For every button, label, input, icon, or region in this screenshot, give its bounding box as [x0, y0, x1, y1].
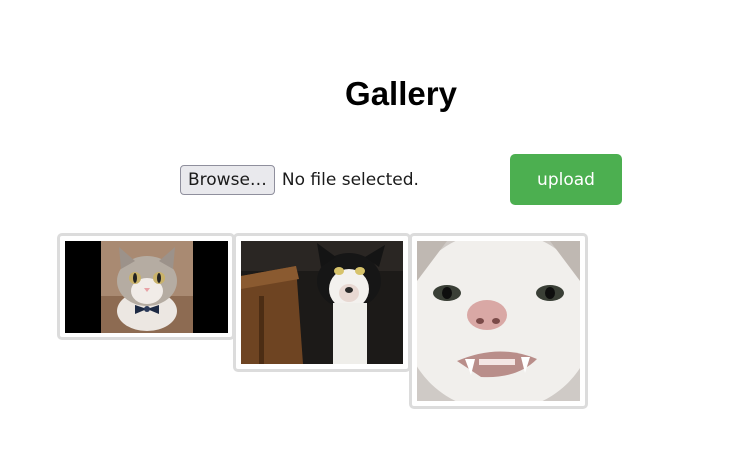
gallery-image-2[interactable] [233, 233, 411, 372]
page-title: Gallery [345, 75, 457, 112]
cat-bowtie-photo [65, 241, 228, 333]
gallery-image-3[interactable] [409, 233, 588, 409]
cat-looking-down-photo [241, 241, 403, 364]
gallery-image-1[interactable] [57, 233, 235, 340]
gallery-page: Gallery Browse… No file selected. upload [0, 0, 756, 462]
browse-button[interactable]: Browse… [180, 165, 275, 195]
file-status-text: No file selected. [281, 170, 419, 190]
file-input[interactable]: Browse… No file selected. [180, 165, 419, 195]
upload-button[interactable]: upload [510, 154, 622, 205]
cat-closeup-photo [417, 241, 580, 401]
